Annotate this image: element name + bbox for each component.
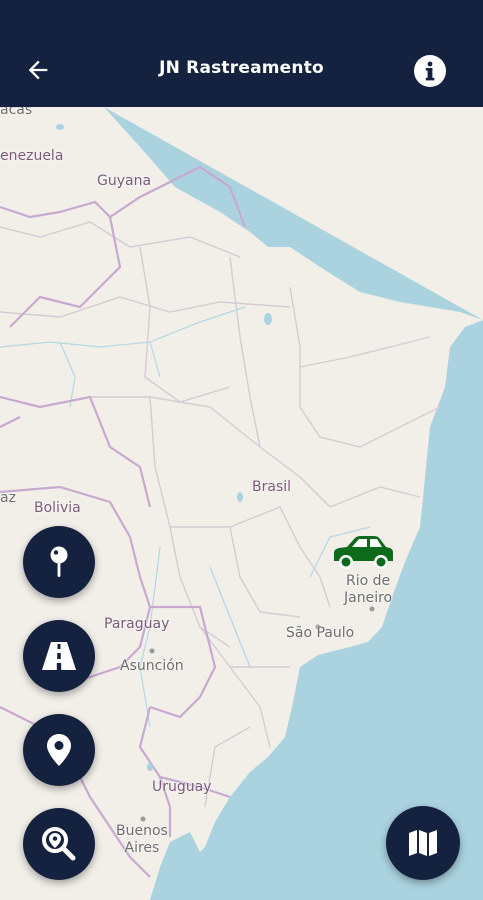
map-label-caracas: acas: [0, 107, 33, 118]
map-label-guyana: Guyana: [97, 173, 152, 189]
map-label-buenos-line1: Buenos: [116, 823, 168, 839]
vehicle-marker[interactable]: [330, 535, 396, 571]
map-label-la-paz: az: [0, 490, 16, 506]
info-button[interactable]: [413, 54, 447, 88]
pin-button[interactable]: [23, 526, 95, 598]
info-circle-icon: [414, 55, 446, 87]
map-label-buenos-line2: Aires: [124, 840, 160, 856]
location-button[interactable]: [23, 714, 95, 786]
car-icon: [334, 536, 393, 569]
map-label-venezuela: enezuela: [0, 148, 64, 164]
pushpin-icon: [50, 546, 68, 577]
map-label-sao-paulo: São Paulo: [286, 625, 355, 641]
map-type-button[interactable]: [386, 806, 460, 880]
road-icon: [42, 642, 76, 670]
map-label-brasil: Brasil: [252, 479, 292, 495]
location-marker-icon: [47, 734, 71, 766]
app-title: JN Rastreamento: [159, 58, 324, 78]
map-label-rio-line1: Rio de: [345, 573, 391, 589]
route-button[interactable]: [23, 620, 95, 692]
search-location-button[interactable]: [23, 808, 95, 880]
map-icon: [409, 830, 437, 856]
map-label-paraguay: Paraguay: [104, 616, 170, 632]
app-bar: JN Rastreamento: [0, 0, 483, 107]
search-location-icon: [42, 827, 76, 861]
map-label-rio-line2: Janeiro: [344, 590, 393, 606]
map-label-uruguay: Uruguay: [152, 779, 212, 795]
map-label-bolivia: Bolivia: [34, 500, 81, 516]
map-label-asuncion: Asunción: [120, 658, 184, 674]
map-label-rio-de-janeiro: Rio de Janeiro: [344, 573, 392, 607]
map-label-buenos-aires: Buenos Aires: [116, 823, 168, 857]
